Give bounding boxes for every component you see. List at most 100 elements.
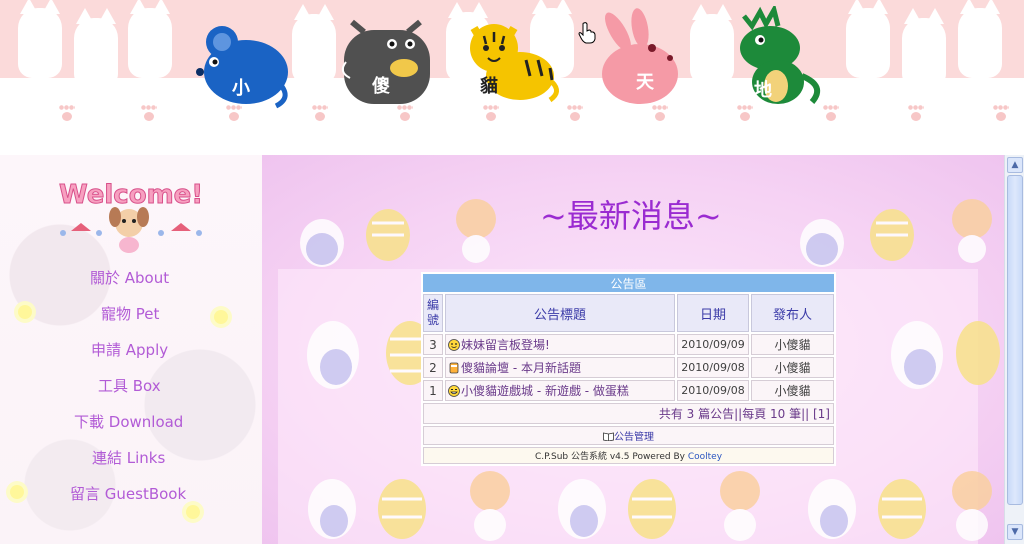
paw-icon xyxy=(141,105,157,121)
zodiac-rat-icon[interactable]: 小 xyxy=(188,14,292,110)
row-title-text: 小傻貓遊戲城 - 新遊戲 - 做蛋糕 xyxy=(461,384,629,398)
bg-cat-decoration xyxy=(366,209,410,261)
board-header: 公告區 xyxy=(423,274,834,292)
welcome-text: Welcome!! xyxy=(59,180,205,210)
bg-cat-decoration xyxy=(300,219,344,267)
scroll-up-arrow-icon[interactable]: ▲ xyxy=(1007,157,1023,173)
paw-icon xyxy=(737,105,753,121)
paw-icon xyxy=(397,105,413,121)
bg-cat-silhouette xyxy=(958,0,1002,78)
paw-icon xyxy=(483,105,499,121)
sidebar: Welcome!! 關於 About 寵物 Pet 申請 Apply 工具 Bo… xyxy=(0,155,262,544)
powered-by-link[interactable]: Cooltey xyxy=(688,452,722,462)
paw-icon xyxy=(59,105,75,121)
bg-cat-silhouette xyxy=(128,0,172,78)
column-header-title: 公告標題 xyxy=(445,294,675,332)
nav-links-link[interactable]: 連結 Links xyxy=(92,447,165,468)
zodiac-ox-icon[interactable]: 傻 xyxy=(338,14,434,108)
row-num: 2 xyxy=(423,357,443,378)
powered-by: C.P.Sub 公告系統 v4.5 Powered By Cooltey xyxy=(423,447,834,464)
hand-cursor-icon xyxy=(578,22,596,48)
bg-cat-decoration xyxy=(378,479,426,539)
nav-guestbook-link[interactable]: 留言 GuestBook xyxy=(70,483,186,504)
zodiac-rabbit-label: 天 xyxy=(636,72,654,93)
zodiac-dragon-icon[interactable]: 地 xyxy=(734,6,826,108)
paw-icon xyxy=(226,105,242,121)
nav-apply-link[interactable]: 申請 Apply xyxy=(91,339,168,360)
bg-cat-decoration xyxy=(307,321,359,389)
row-author: 小傻貓 xyxy=(751,334,834,355)
nav-pet-link[interactable]: 寵物 Pet xyxy=(101,303,159,324)
row-num: 1 xyxy=(423,380,443,401)
bg-cat-decoration xyxy=(878,479,926,539)
flower-decoration xyxy=(18,305,32,319)
bg-cat-decoration xyxy=(456,199,496,263)
nav-download-link[interactable]: 下載 Download xyxy=(74,411,183,432)
board-admin-link[interactable]: 公告管理 xyxy=(423,426,834,445)
row-title-text: 傻貓論壇 - 本月新話題 xyxy=(461,361,581,375)
flower-decoration xyxy=(186,505,200,519)
bg-cat-decoration xyxy=(800,219,844,267)
zodiac-ox-label: 傻 xyxy=(372,76,390,97)
bg-cat-decoration xyxy=(720,471,760,541)
announcement-board: 公告區 編號 公告標題 日期 發布人 3 妹妹留言板登場! 2010/09/09… xyxy=(421,272,836,466)
smile-icon xyxy=(448,339,460,351)
bg-cat-silhouette xyxy=(18,0,62,78)
bg-cat-decoration xyxy=(956,321,1000,385)
row-author: 小傻貓 xyxy=(751,380,834,401)
row-title-link[interactable]: 小傻貓遊戲城 - 新遊戲 - 做蛋糕 xyxy=(445,380,675,401)
page-title: ~最新消息~ xyxy=(540,197,722,235)
bg-cat-decoration xyxy=(952,199,992,263)
bg-cat-decoration xyxy=(308,479,356,539)
bg-cat-decoration xyxy=(952,471,992,541)
bg-cat-decoration xyxy=(808,479,856,539)
main-content: ~最新消息~ 公告區 編號 公告標題 日期 發布人 3 妹妹留言板登場! 201… xyxy=(262,155,1004,544)
bg-cat-decoration xyxy=(870,209,914,261)
column-header-num: 編號 xyxy=(423,294,443,332)
board-admin-label: 公告管理 xyxy=(614,432,654,443)
scrollbar-thumb[interactable] xyxy=(1007,175,1023,505)
scroll-down-arrow-icon[interactable]: ▼ xyxy=(1007,524,1023,540)
row-title-text: 妹妹留言板登場! xyxy=(461,338,550,352)
paw-icon xyxy=(567,105,583,121)
site-header: 小 傻 貓 天 地 xyxy=(0,0,1024,155)
table-row: 3 妹妹留言板登場! 2010/09/09 小傻貓 xyxy=(423,334,834,355)
flower-decoration xyxy=(10,485,24,499)
paw-icon xyxy=(652,105,668,121)
board-summary: 共有 3 篇公告||每頁 10 筆|| [1] xyxy=(423,403,834,424)
zodiac-tiger-icon[interactable]: 貓 xyxy=(464,20,560,104)
zodiac-rabbit-icon[interactable]: 天 xyxy=(600,8,684,108)
bg-cat-silhouette xyxy=(846,0,890,78)
bg-cat-decoration xyxy=(470,471,510,541)
bg-cat-silhouette xyxy=(690,4,734,84)
row-title-link[interactable]: 傻貓論壇 - 本月新話題 xyxy=(445,357,675,378)
row-date: 2010/09/09 xyxy=(677,334,749,355)
column-header-author: 發布人 xyxy=(751,294,834,332)
zodiac-dragon-label: 地 xyxy=(754,80,772,101)
column-header-date: 日期 xyxy=(677,294,749,332)
book-icon xyxy=(603,432,614,442)
flower-decoration xyxy=(214,310,228,324)
row-date: 2010/09/08 xyxy=(677,357,749,378)
table-row: 1 小傻貓遊戲城 - 新遊戲 - 做蛋糕 2010/09/08 小傻貓 xyxy=(423,380,834,401)
row-title-link[interactable]: 妹妹留言板登場! xyxy=(445,334,675,355)
powered-by-text: C.P.Sub 公告系統 v4.5 Powered By xyxy=(534,452,688,462)
bg-cat-silhouette xyxy=(902,8,946,88)
bg-cat-decoration xyxy=(628,479,676,539)
nav-about-link[interactable]: 關於 About xyxy=(90,267,169,288)
welcome-banner: Welcome!! xyxy=(55,165,216,259)
paw-icon xyxy=(823,105,839,121)
paw-icon xyxy=(908,105,924,121)
zodiac-tiger-label: 貓 xyxy=(480,76,498,97)
grin-icon xyxy=(448,385,460,397)
bg-cat-decoration xyxy=(891,321,943,389)
bg-cat-silhouette xyxy=(74,8,118,88)
row-author: 小傻貓 xyxy=(751,357,834,378)
row-num: 3 xyxy=(423,334,443,355)
paw-icon xyxy=(993,105,1009,121)
vertical-scrollbar[interactable]: ▲ ▼ xyxy=(1004,155,1024,544)
table-row: 2 傻貓論壇 - 本月新話題 2010/09/08 小傻貓 xyxy=(423,357,834,378)
zodiac-rat-label: 小 xyxy=(232,78,250,99)
bg-cat-silhouette xyxy=(292,4,336,84)
nav-box-link[interactable]: 工具 Box xyxy=(98,375,161,396)
